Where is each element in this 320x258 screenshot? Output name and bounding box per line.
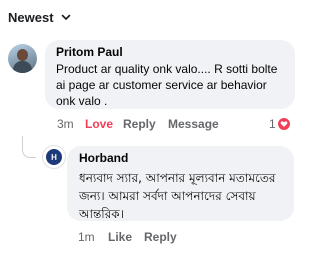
comment-time[interactable]: 3m — [57, 116, 74, 132]
comment-actions: 3m Love Reply Message 1 — [57, 116, 295, 132]
reply-text: ধন্যবাদ স্যার, আপনার মূল্যবান মতামতের জন… — [79, 171, 276, 221]
reply-actions: 1m Like Reply — [78, 229, 278, 245]
comment-bubble: Pritom Paul Product ar quality onk valo.… — [45, 40, 295, 109]
like-button[interactable]: Like — [108, 229, 132, 245]
page-avatar[interactable]: H — [42, 145, 66, 169]
chevron-down-icon — [61, 14, 70, 20]
reply-button[interactable]: Reply — [123, 116, 156, 132]
avatar[interactable] — [8, 44, 37, 73]
love-reaction-button[interactable]: Love — [85, 116, 113, 132]
comment-text: Product ar quality onk valo.... R sotti … — [56, 62, 278, 108]
heart-icon — [277, 117, 291, 131]
sort-dropdown[interactable]: Newest — [8, 9, 72, 25]
reply-bubble: Horband ধন্যবাদ স্যার, আপনার মূল্যবান মত… — [67, 146, 294, 221]
message-button[interactable]: Message — [168, 116, 219, 132]
reply-thread-line — [22, 136, 36, 158]
reply-time[interactable]: 1m — [78, 229, 95, 245]
horband-logo: H — [46, 149, 62, 165]
sort-label: Newest — [8, 9, 54, 25]
reaction-count[interactable]: 1 — [269, 116, 276, 132]
reply-reply-button[interactable]: Reply — [144, 229, 177, 245]
reply-author[interactable]: Horband — [79, 151, 284, 166]
comment-author[interactable]: Pritom Paul — [56, 45, 285, 60]
